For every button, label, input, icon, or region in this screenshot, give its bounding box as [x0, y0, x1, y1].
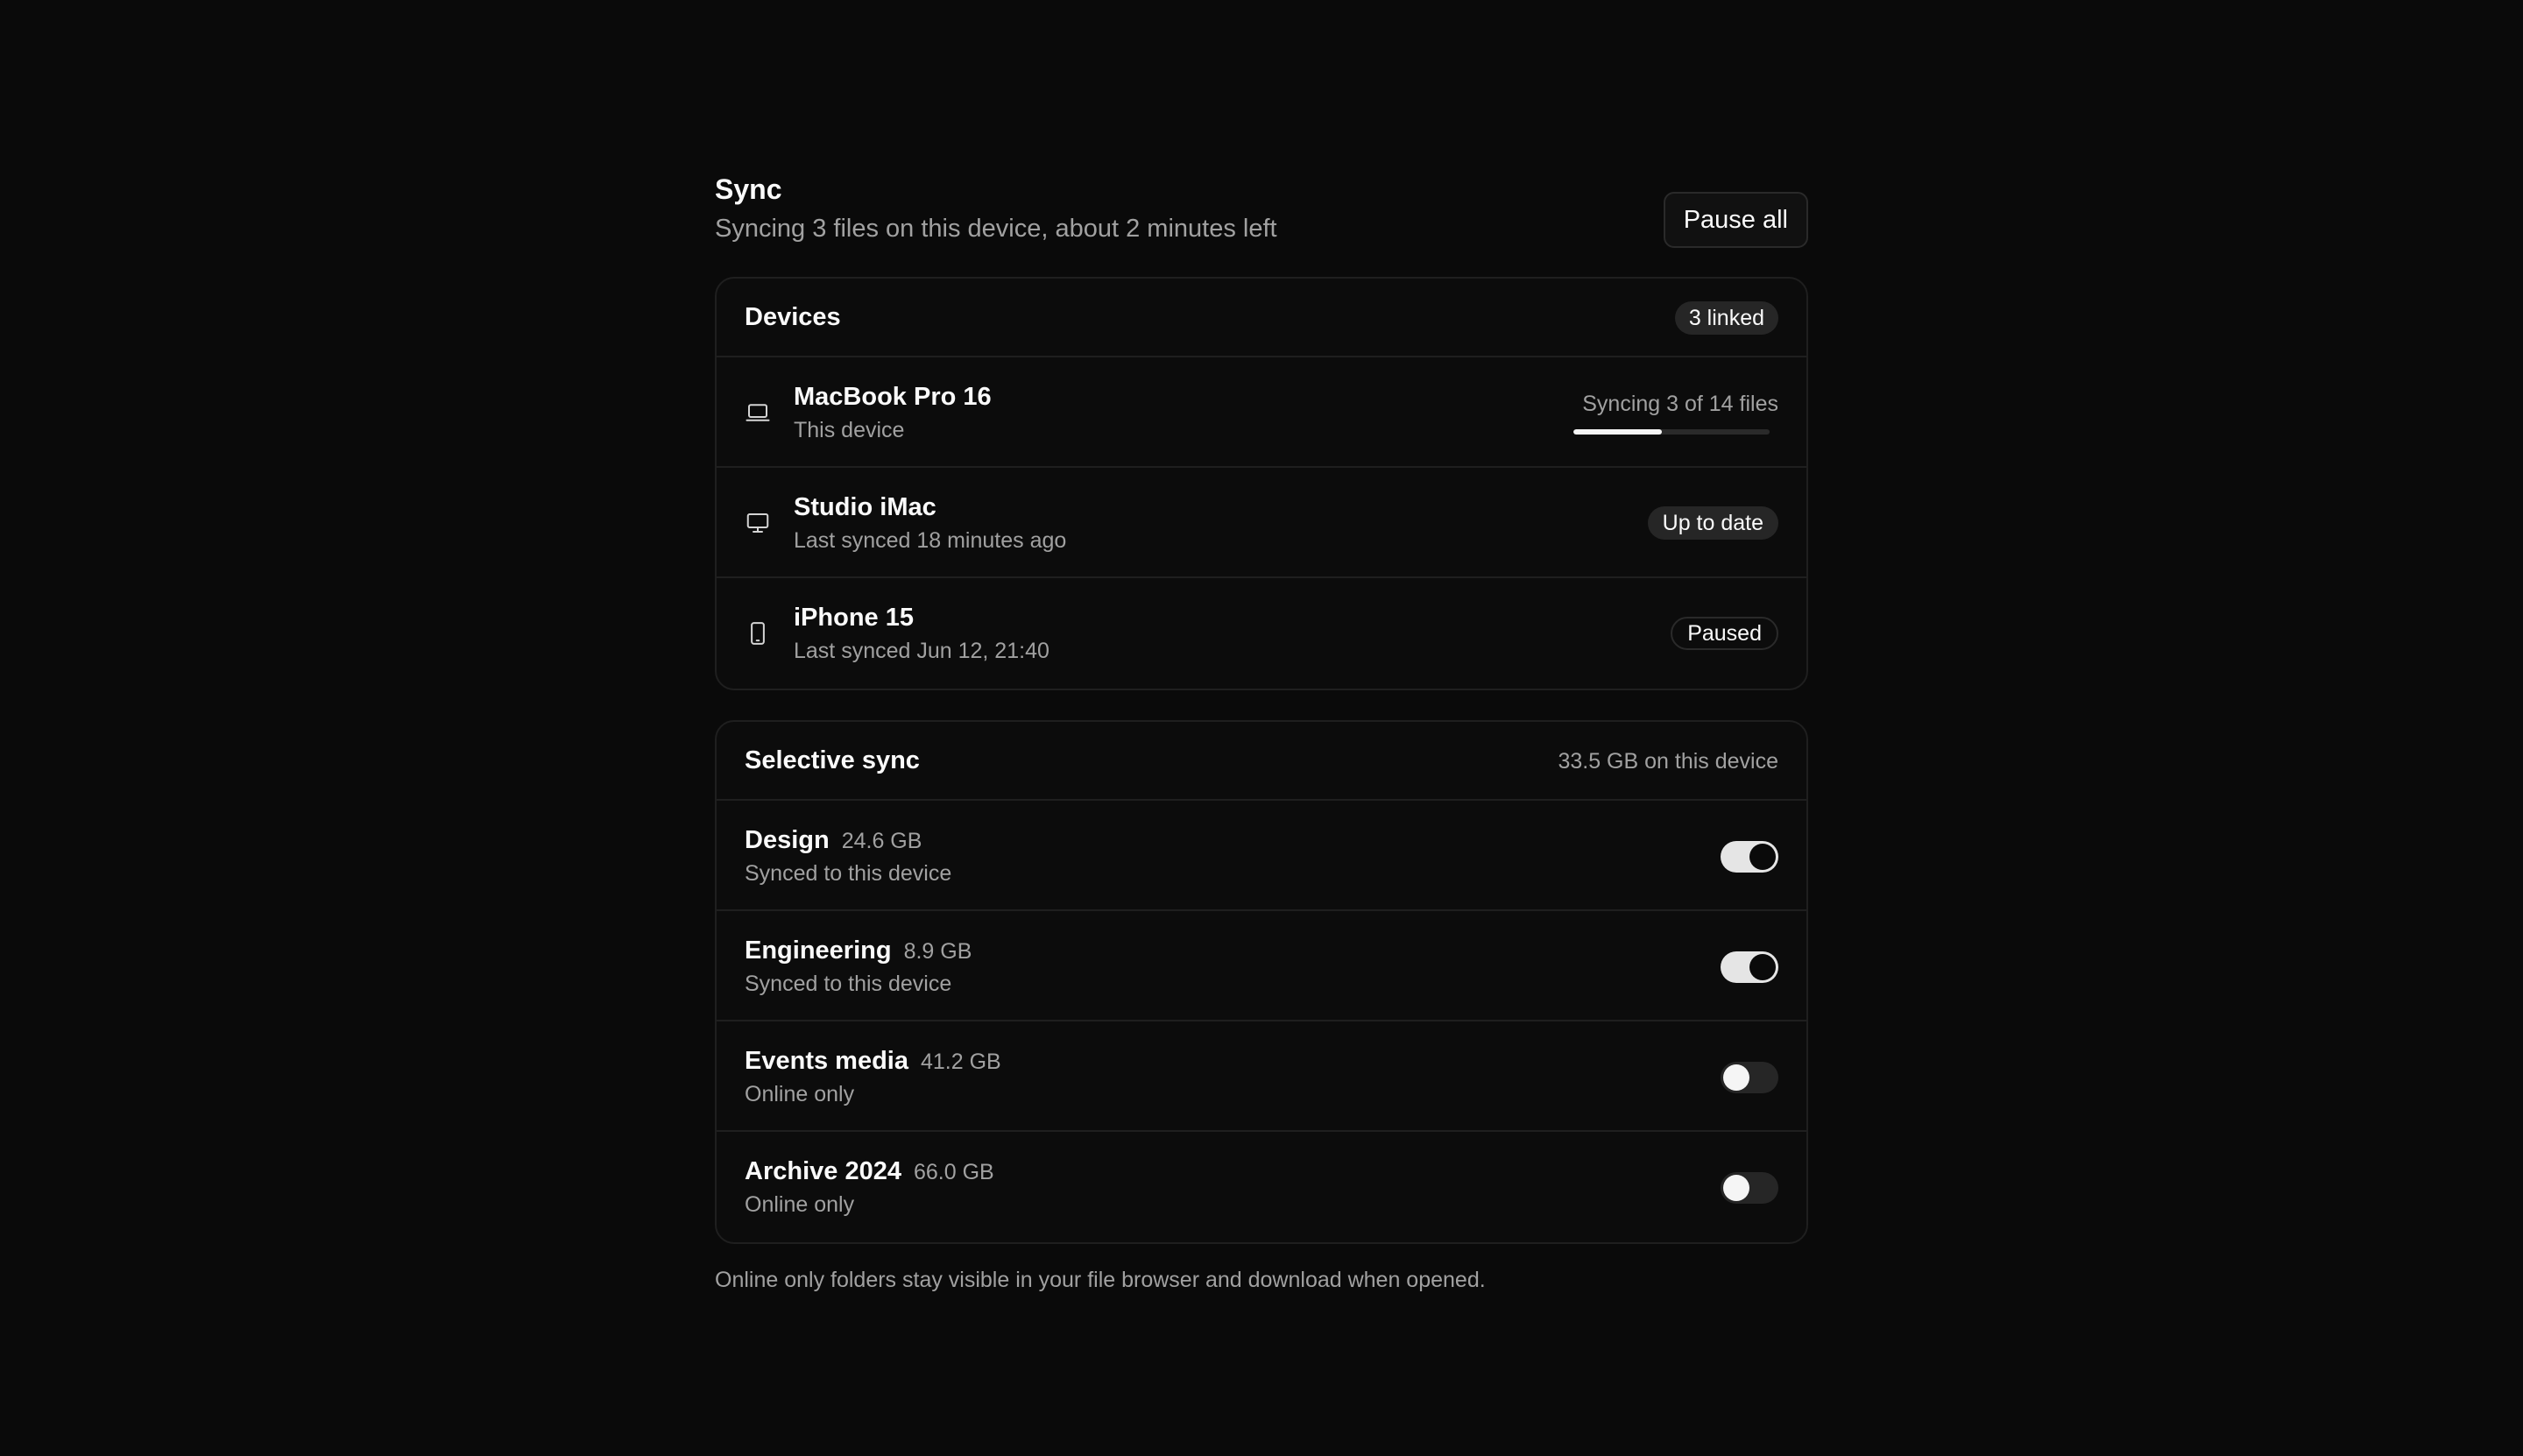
device-row-macbook[interactable]: MacBook Pro 16 This device Syncing 3 of …	[717, 357, 1806, 468]
selective-sync-header: Selective sync 33.5 GB on this device	[717, 722, 1806, 801]
device-name: iPhone 15	[794, 604, 914, 632]
toggle-knob	[1723, 1175, 1749, 1201]
sync-progress-fill	[1573, 429, 1662, 435]
device-sync-status: Syncing 3 of 14 files	[1582, 392, 1778, 416]
folder-size: 8.9 GB	[903, 939, 972, 964]
folder-name-text: Archive 2024	[745, 1157, 901, 1185]
status-badge: Paused	[1671, 617, 1778, 650]
page-title: Sync	[715, 173, 782, 205]
folder-sync-state: Synced to this device	[745, 972, 952, 996]
toggle-knob	[1749, 954, 1776, 980]
folder-name: Events media 41.2 GB	[745, 1044, 1001, 1078]
folder-sync-state: Online only	[745, 1192, 855, 1217]
sync-header: Sync Syncing 3 files on this device, abo…	[715, 172, 1808, 277]
device-sub: Last synced 18 minutes ago	[794, 528, 1067, 553]
folder-name-text: Engineering	[745, 937, 892, 965]
online-only-footnote: Online only folders stay visible in your…	[715, 1268, 1486, 1292]
monitor-icon	[746, 513, 769, 533]
folder-sync-state: Synced to this device	[745, 861, 952, 886]
toggle-knob	[1723, 1064, 1749, 1091]
folder-size: 66.0 GB	[913, 1160, 994, 1184]
folder-size: 24.6 GB	[841, 829, 922, 853]
folder-sync-toggle[interactable]	[1721, 841, 1778, 873]
phone-icon	[751, 622, 765, 645]
folder-row-archive-2024: Archive 2024 66.0 GB Online only	[717, 1132, 1806, 1242]
laptop-icon	[746, 404, 770, 421]
folder-sync-toggle[interactable]	[1721, 1172, 1778, 1204]
sync-settings-panel: Sync Syncing 3 files on this device, abo…	[715, 172, 1808, 1295]
folder-size: 41.2 GB	[920, 1050, 1001, 1074]
folder-row-events-media: Events media 41.2 GB Online only	[717, 1021, 1806, 1132]
sync-summary: Syncing 3 files on this device, about 2 …	[715, 215, 1277, 243]
device-sub: This device	[794, 418, 905, 442]
device-row-iphone[interactable]: iPhone 15 Last synced Jun 12, 21:40 Paus…	[717, 578, 1806, 689]
folder-name: Archive 2024 66.0 GB	[745, 1155, 994, 1189]
status-badge: Up to date	[1647, 506, 1778, 540]
sync-progress-bar	[1573, 429, 1770, 435]
storage-usage: 33.5 GB on this device	[1558, 749, 1778, 774]
folder-sync-toggle[interactable]	[1721, 1062, 1778, 1093]
folder-name-text: Design	[745, 826, 830, 854]
device-name: MacBook Pro 16	[794, 383, 992, 411]
device-sub: Last synced Jun 12, 21:40	[794, 639, 1049, 663]
devices-card: Devices 3 linked MacBook Pro 16 This dev…	[715, 277, 1808, 690]
folder-name: Design 24.6 GB	[745, 823, 922, 858]
selective-sync-title: Selective sync	[745, 746, 920, 774]
devices-title: Devices	[745, 303, 841, 331]
folder-row-design: Design 24.6 GB Synced to this device	[717, 801, 1806, 911]
devices-card-header: Devices 3 linked	[717, 279, 1806, 357]
pause-all-button[interactable]: Pause all	[1663, 192, 1808, 248]
folder-name: Engineering 8.9 GB	[745, 934, 972, 968]
toggle-knob	[1749, 844, 1776, 870]
folder-row-engineering: Engineering 8.9 GB Synced to this device	[717, 911, 1806, 1021]
linked-count-badge: 3 linked	[1674, 301, 1778, 335]
device-name: Studio iMac	[794, 493, 936, 521]
folder-name-text: Events media	[745, 1047, 908, 1075]
folder-sync-toggle[interactable]	[1721, 951, 1778, 983]
folder-sync-state: Online only	[745, 1082, 855, 1106]
selective-sync-card: Selective sync 33.5 GB on this device De…	[715, 720, 1808, 1244]
device-row-imac[interactable]: Studio iMac Last synced 18 minutes ago U…	[717, 468, 1806, 578]
